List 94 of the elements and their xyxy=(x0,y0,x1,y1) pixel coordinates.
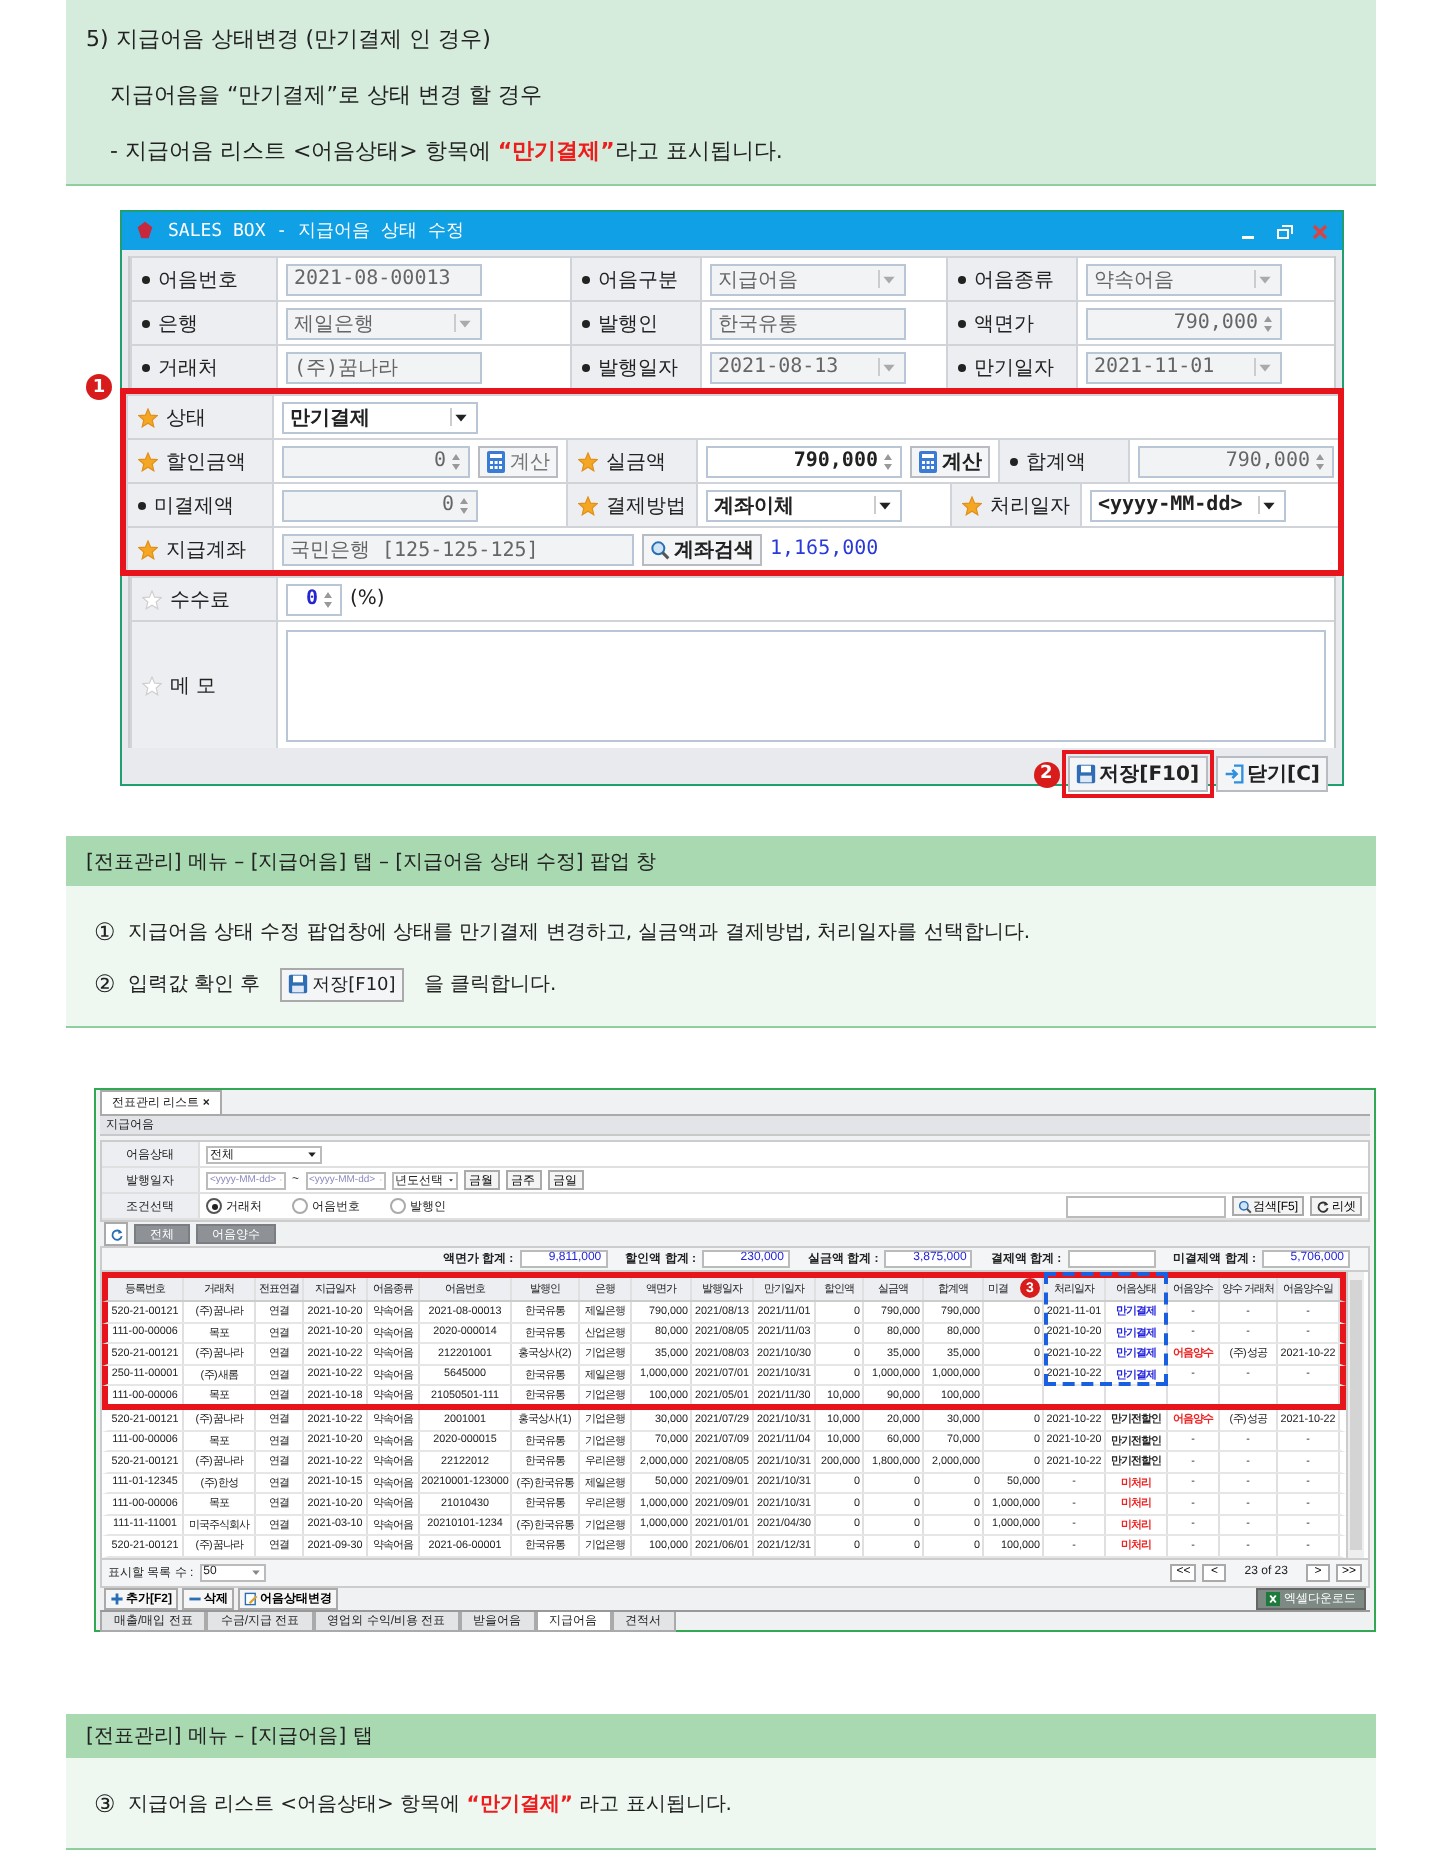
field-label: 어음구분 xyxy=(598,267,678,293)
window-title: SALES BOX - 지급어음 상태 수정 xyxy=(168,220,464,244)
account-search-button[interactable]: 계좌검색 xyxy=(642,533,762,565)
dropdown[interactable]: 계좌이체 xyxy=(706,489,902,521)
star-outline-icon xyxy=(142,675,162,695)
field-label: 만기일자 xyxy=(974,355,1054,381)
field-label: 미결제액 xyxy=(154,493,234,519)
bullet-icon xyxy=(958,363,966,371)
balance-text: 1,165,000 xyxy=(770,538,879,560)
description-text: 지급어음을 “만기결제”로 상태 변경 할 경우 xyxy=(108,80,544,112)
bullet-icon xyxy=(582,363,590,371)
dropdown[interactable]: <yyyy-MM-dd> xyxy=(1090,489,1286,521)
field-label: 거래처 xyxy=(158,355,218,381)
step-number: ② xyxy=(94,970,116,998)
spinner-icon xyxy=(450,449,462,473)
field-label: 발행일자 xyxy=(598,355,678,381)
field-label: 메 모 xyxy=(170,673,217,699)
field-label: 상태 xyxy=(166,405,206,431)
refresh-icon xyxy=(1316,1199,1330,1213)
field-label: 발행인 xyxy=(598,311,658,337)
star-icon xyxy=(138,451,158,471)
radio-button[interactable] xyxy=(292,1198,308,1214)
spinner-icon xyxy=(882,449,894,473)
search-icon xyxy=(650,537,670,561)
field-label: 결제방법 xyxy=(606,493,686,519)
bullet-icon xyxy=(1010,457,1018,465)
floppy-icon xyxy=(288,972,309,996)
dropdown[interactable]: 만기결제 xyxy=(282,401,478,433)
star-outline-icon xyxy=(142,589,162,609)
calculator-icon xyxy=(918,449,938,473)
bullet-icon xyxy=(142,275,150,283)
spinner-icon xyxy=(322,587,334,611)
dashed-highlight-frame xyxy=(1044,1272,1168,1386)
section-heading: 5) 지급어음 상태변경 (만기결제 인 경우) xyxy=(86,24,493,56)
star-icon xyxy=(962,495,982,515)
refresh-button[interactable] xyxy=(104,1222,128,1246)
scrollbar[interactable] xyxy=(1346,1272,1364,1557)
field-label: 액면가 xyxy=(974,311,1034,337)
exit-icon xyxy=(1223,762,1244,786)
spinner-icon xyxy=(458,493,470,517)
caption-heading: [전표관리] 메뉴 – [지급어음] 탭 xyxy=(66,1714,1376,1758)
field-label: 수수료 xyxy=(170,587,230,613)
star-icon xyxy=(138,407,158,427)
bullet-icon xyxy=(958,275,966,283)
field-label: 어음번호 xyxy=(158,267,238,293)
star-icon xyxy=(138,539,158,559)
number-field[interactable]: 0 xyxy=(286,583,342,615)
spinner-icon xyxy=(1262,311,1274,335)
refresh-icon xyxy=(109,1227,123,1241)
field-label: 처리일자 xyxy=(990,493,1070,519)
radio-button[interactable] xyxy=(206,1198,222,1214)
spinner-icon xyxy=(1314,449,1326,473)
restore-icon[interactable] xyxy=(1274,221,1294,241)
bullet-icon xyxy=(582,275,590,283)
field-label: 합계액 xyxy=(1026,449,1086,475)
unit-text: (%) xyxy=(350,588,385,610)
close-icon[interactable] xyxy=(1310,221,1330,241)
field-label: 어음종류 xyxy=(974,267,1054,293)
step-text: 을 클릭합니다. xyxy=(423,972,557,998)
field-label: 실금액 xyxy=(606,449,666,475)
step-badge: 2 xyxy=(1033,761,1060,787)
caption-heading: [전표관리] 메뉴 – [지급어음] 탭 – [지급어음 상태 수정] 팝업 창 xyxy=(66,836,1376,886)
field-label: 은행 xyxy=(158,311,198,337)
bullet-icon xyxy=(142,363,150,371)
bullet-icon xyxy=(958,319,966,327)
radio-button[interactable] xyxy=(390,1198,406,1214)
spreadsheet-icon xyxy=(1266,1591,1280,1605)
bullet-icon xyxy=(138,501,146,509)
button-label: 저장[F10] xyxy=(312,973,396,997)
search-icon xyxy=(1237,1199,1252,1213)
logo-icon xyxy=(134,220,156,242)
edit-icon xyxy=(244,1591,258,1605)
floppy-icon xyxy=(1075,762,1096,786)
step-number: ③ xyxy=(94,1790,116,1818)
step-text: 지급어음 리스트 <어음상태> 항목에 “만기결제” 라고 표시됩니다. xyxy=(127,1792,732,1818)
calculator-icon xyxy=(486,449,506,473)
calculate-button[interactable]: 계산 xyxy=(910,445,990,477)
memo-field[interactable] xyxy=(286,629,1326,741)
plus-icon xyxy=(110,1591,124,1605)
star-icon xyxy=(578,451,598,471)
bullet-icon xyxy=(582,319,590,327)
close-button[interactable]: 닫기[C] xyxy=(1215,756,1328,792)
save-button[interactable]: 저장[F10] xyxy=(1067,756,1208,792)
step-text: 입력값 확인 후 xyxy=(127,972,261,998)
field-label: 할인금액 xyxy=(166,449,246,475)
number-field[interactable]: 790,000 xyxy=(706,445,902,477)
field-label: 지급계좌 xyxy=(166,537,246,563)
step-text: 지급어음 상태 수정 팝업창에 상태를 만기결제 변경하고, 실금액과 결제방법, 처리일자를 선택합니다. xyxy=(127,920,1031,946)
step-badge: 1 xyxy=(86,374,112,400)
search-field[interactable] xyxy=(1065,1195,1226,1217)
step-number: ① xyxy=(94,918,116,946)
bullet-icon xyxy=(142,319,150,327)
description-text: - 지급어음 리스트 <어음상태> 항목에 “만기결제”라고 표시됩니다. xyxy=(108,136,785,168)
star-icon xyxy=(578,495,598,515)
